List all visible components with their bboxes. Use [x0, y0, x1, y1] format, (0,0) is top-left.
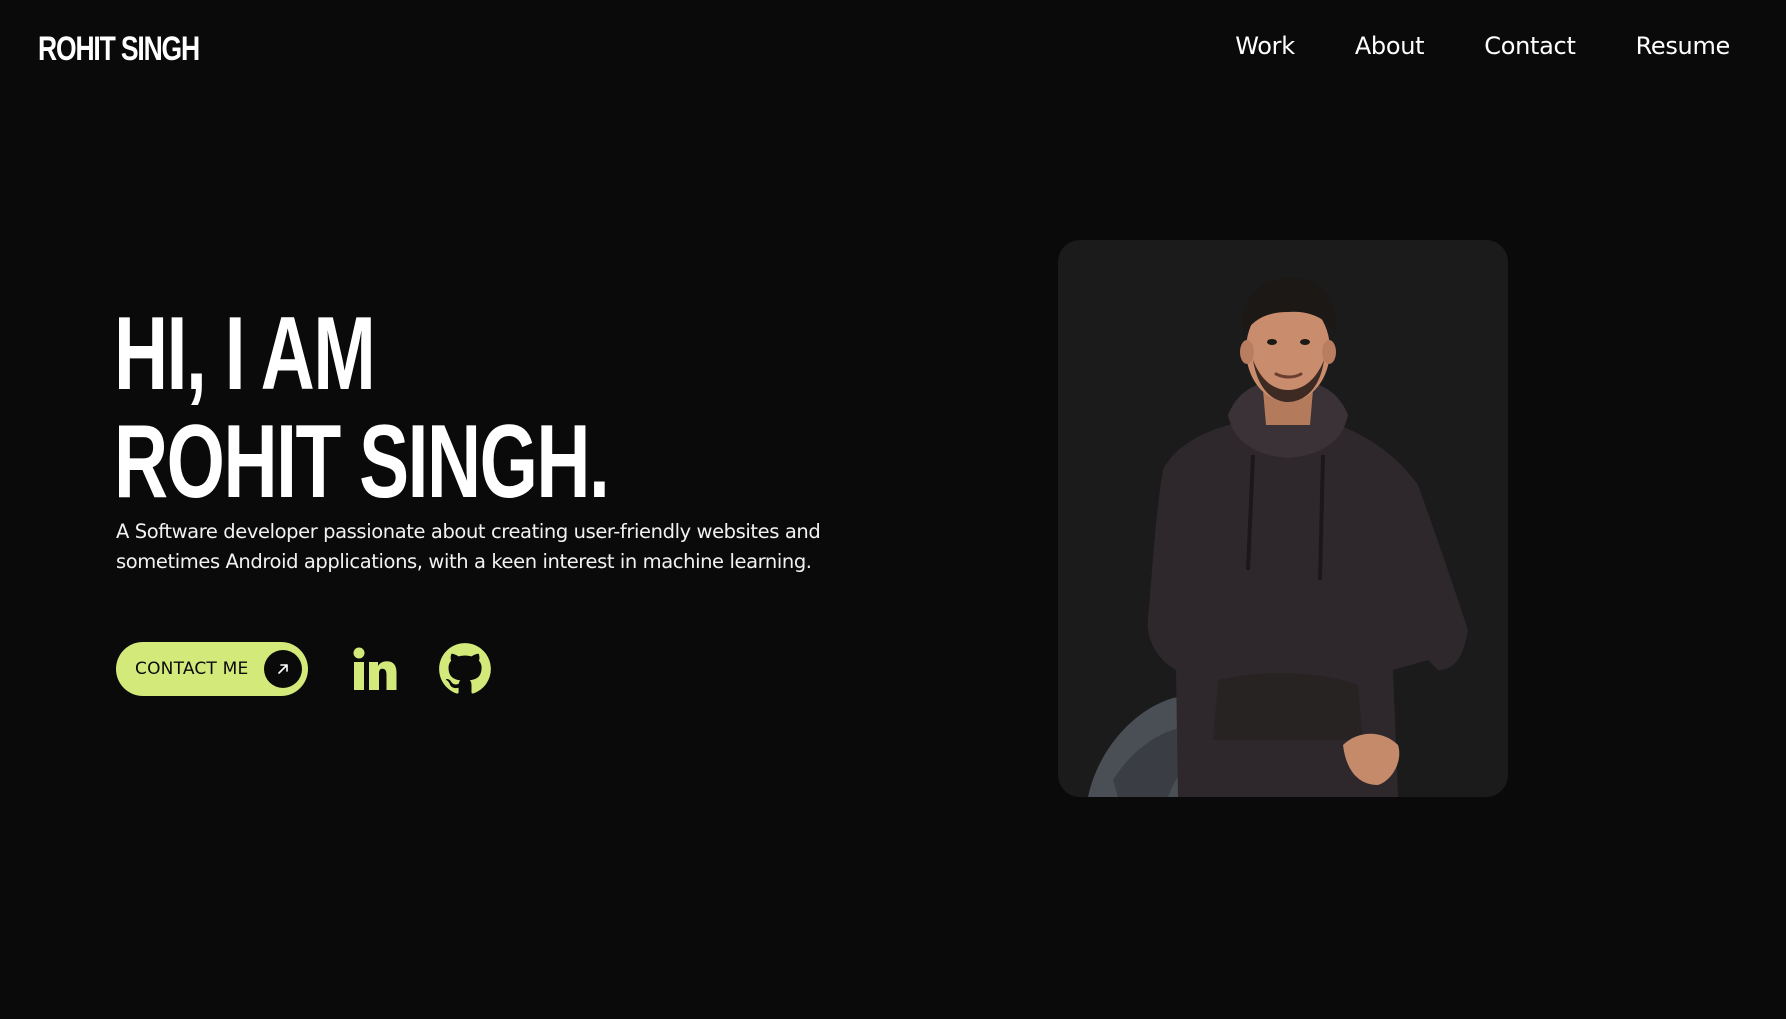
profile-photo-card: [1058, 240, 1508, 797]
nav-link-work[interactable]: Work: [1235, 32, 1295, 60]
social-links: [348, 642, 492, 696]
hero-title: HI, I AM ROHIT SINGH.: [114, 296, 610, 520]
contact-me-label: CONTACT ME: [135, 659, 249, 679]
hero-title-line-2: ROHIT SINGH.: [114, 404, 610, 520]
hero-description: A Software developer passionate about cr…: [116, 520, 821, 573]
nav-link-contact[interactable]: Contact: [1484, 32, 1576, 60]
site-header: ROHIT SINGH Work About Contact Resume: [0, 0, 1786, 100]
hero-actions: CONTACT ME: [116, 642, 492, 696]
portrait-photo: [1088, 278, 1468, 797]
arrow-up-right-icon: [264, 650, 302, 688]
page: ROHIT SINGH Work About Contact Resume HI…: [0, 0, 1786, 1019]
hero-title-line-1: HI, I AM: [114, 296, 376, 412]
nav-link-resume[interactable]: Resume: [1636, 32, 1731, 60]
contact-me-button[interactable]: CONTACT ME: [116, 642, 308, 696]
github-icon[interactable]: [438, 642, 492, 696]
linkedin-icon[interactable]: [348, 642, 402, 696]
nav-link-about[interactable]: About: [1355, 32, 1425, 60]
site-logo[interactable]: ROHIT SINGH: [38, 30, 200, 69]
main-nav: Work About Contact Resume: [1235, 32, 1730, 60]
